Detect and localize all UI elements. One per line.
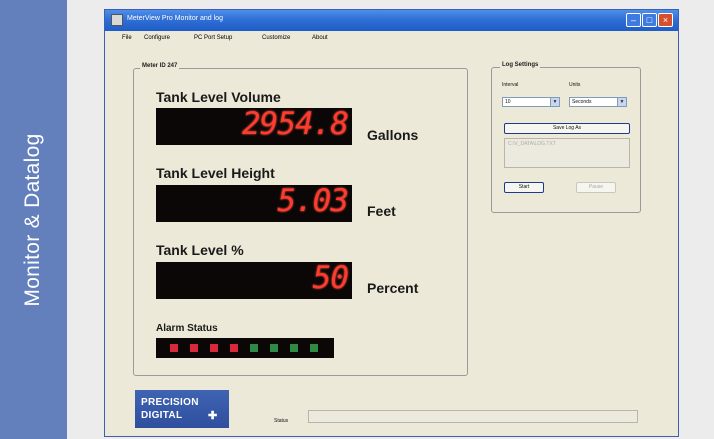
volume-display: 2954.8	[156, 106, 352, 145]
percent-label: Tank Level %	[156, 242, 244, 258]
alarm-led	[310, 344, 318, 352]
alarm-led	[170, 344, 178, 352]
side-banner: Monitor & Datalog	[0, 0, 67, 439]
alarm-led	[210, 344, 218, 352]
precision-digital-logo: PRECISION DIGITAL ✚	[135, 390, 229, 428]
log-settings-group: Log Settings Interval Units 10 ▼ Seconds…	[491, 62, 641, 213]
menu-customize[interactable]: Customize	[262, 35, 290, 41]
units-value: Seconds	[572, 99, 592, 105]
title-bar[interactable]: MeterView Pro Monitor and log – □ ×	[105, 10, 678, 31]
minimize-button[interactable]: –	[626, 13, 641, 27]
window-title: MeterView Pro Monitor and log	[127, 15, 223, 22]
maximize-button[interactable]: □	[642, 13, 657, 27]
height-label: Tank Level Height	[156, 165, 275, 181]
alarm-led	[230, 344, 238, 352]
volume-unit: Gallons	[367, 127, 419, 143]
height-display: 5.03	[156, 183, 352, 222]
status-field	[308, 410, 638, 423]
chevron-down-icon[interactable]: ▼	[550, 98, 559, 106]
menu-about[interactable]: About	[312, 35, 328, 41]
menu-pc-port-setup[interactable]: PC Port Setup	[194, 35, 232, 41]
alarm-led	[270, 344, 278, 352]
height-unit: Feet	[367, 203, 396, 219]
menu-configure[interactable]: Configure	[144, 35, 170, 41]
menu-bar: File Configure PC Port Setup Customize A…	[105, 32, 678, 46]
logo-line2: DIGITAL	[141, 410, 183, 421]
percent-display: 50	[156, 260, 352, 299]
interval-label: Interval	[502, 82, 519, 88]
pause-button[interactable]: Pause	[576, 182, 616, 193]
alarm-led	[190, 344, 198, 352]
banner-title: Monitor & Datalog	[21, 133, 44, 307]
percent-unit: Percent	[367, 280, 419, 296]
alarm-led	[250, 344, 258, 352]
units-select[interactable]: Seconds ▼	[569, 97, 627, 107]
alarm-led	[290, 344, 298, 352]
alarm-status-label: Alarm Status	[156, 323, 218, 334]
alarm-status-bar	[156, 338, 334, 358]
app-icon	[111, 14, 123, 26]
meter-group: Meter ID 247 Tank Level Volume 2954.8 Ga…	[133, 63, 468, 376]
interval-select[interactable]: 10 ▼	[502, 97, 560, 107]
save-log-as-button[interactable]: Save Log As	[504, 123, 630, 134]
logo-plus-icon: ✚	[208, 410, 218, 422]
log-path-text: C:\V_DATA\LOG.TXT	[508, 141, 556, 147]
close-button[interactable]: ×	[658, 13, 673, 27]
percent-value: 50	[312, 260, 349, 296]
log-settings-title: Log Settings	[500, 62, 541, 68]
chevron-down-icon[interactable]: ▼	[617, 98, 626, 106]
logo-line1: PRECISION	[141, 397, 199, 408]
volume-value: 2954.8	[242, 106, 349, 142]
log-path-field: C:\V_DATA\LOG.TXT	[504, 138, 630, 168]
app-window: MeterView Pro Monitor and log – □ × File…	[104, 9, 679, 437]
units-label: Units	[569, 82, 581, 88]
start-button[interactable]: Start	[504, 182, 544, 193]
volume-label: Tank Level Volume	[156, 89, 281, 105]
height-value: 5.03	[277, 183, 349, 219]
interval-value: 10	[505, 99, 511, 105]
meter-group-title: Meter ID 247	[140, 63, 180, 69]
menu-file[interactable]: File	[122, 35, 132, 41]
status-label: Status	[274, 418, 289, 424]
